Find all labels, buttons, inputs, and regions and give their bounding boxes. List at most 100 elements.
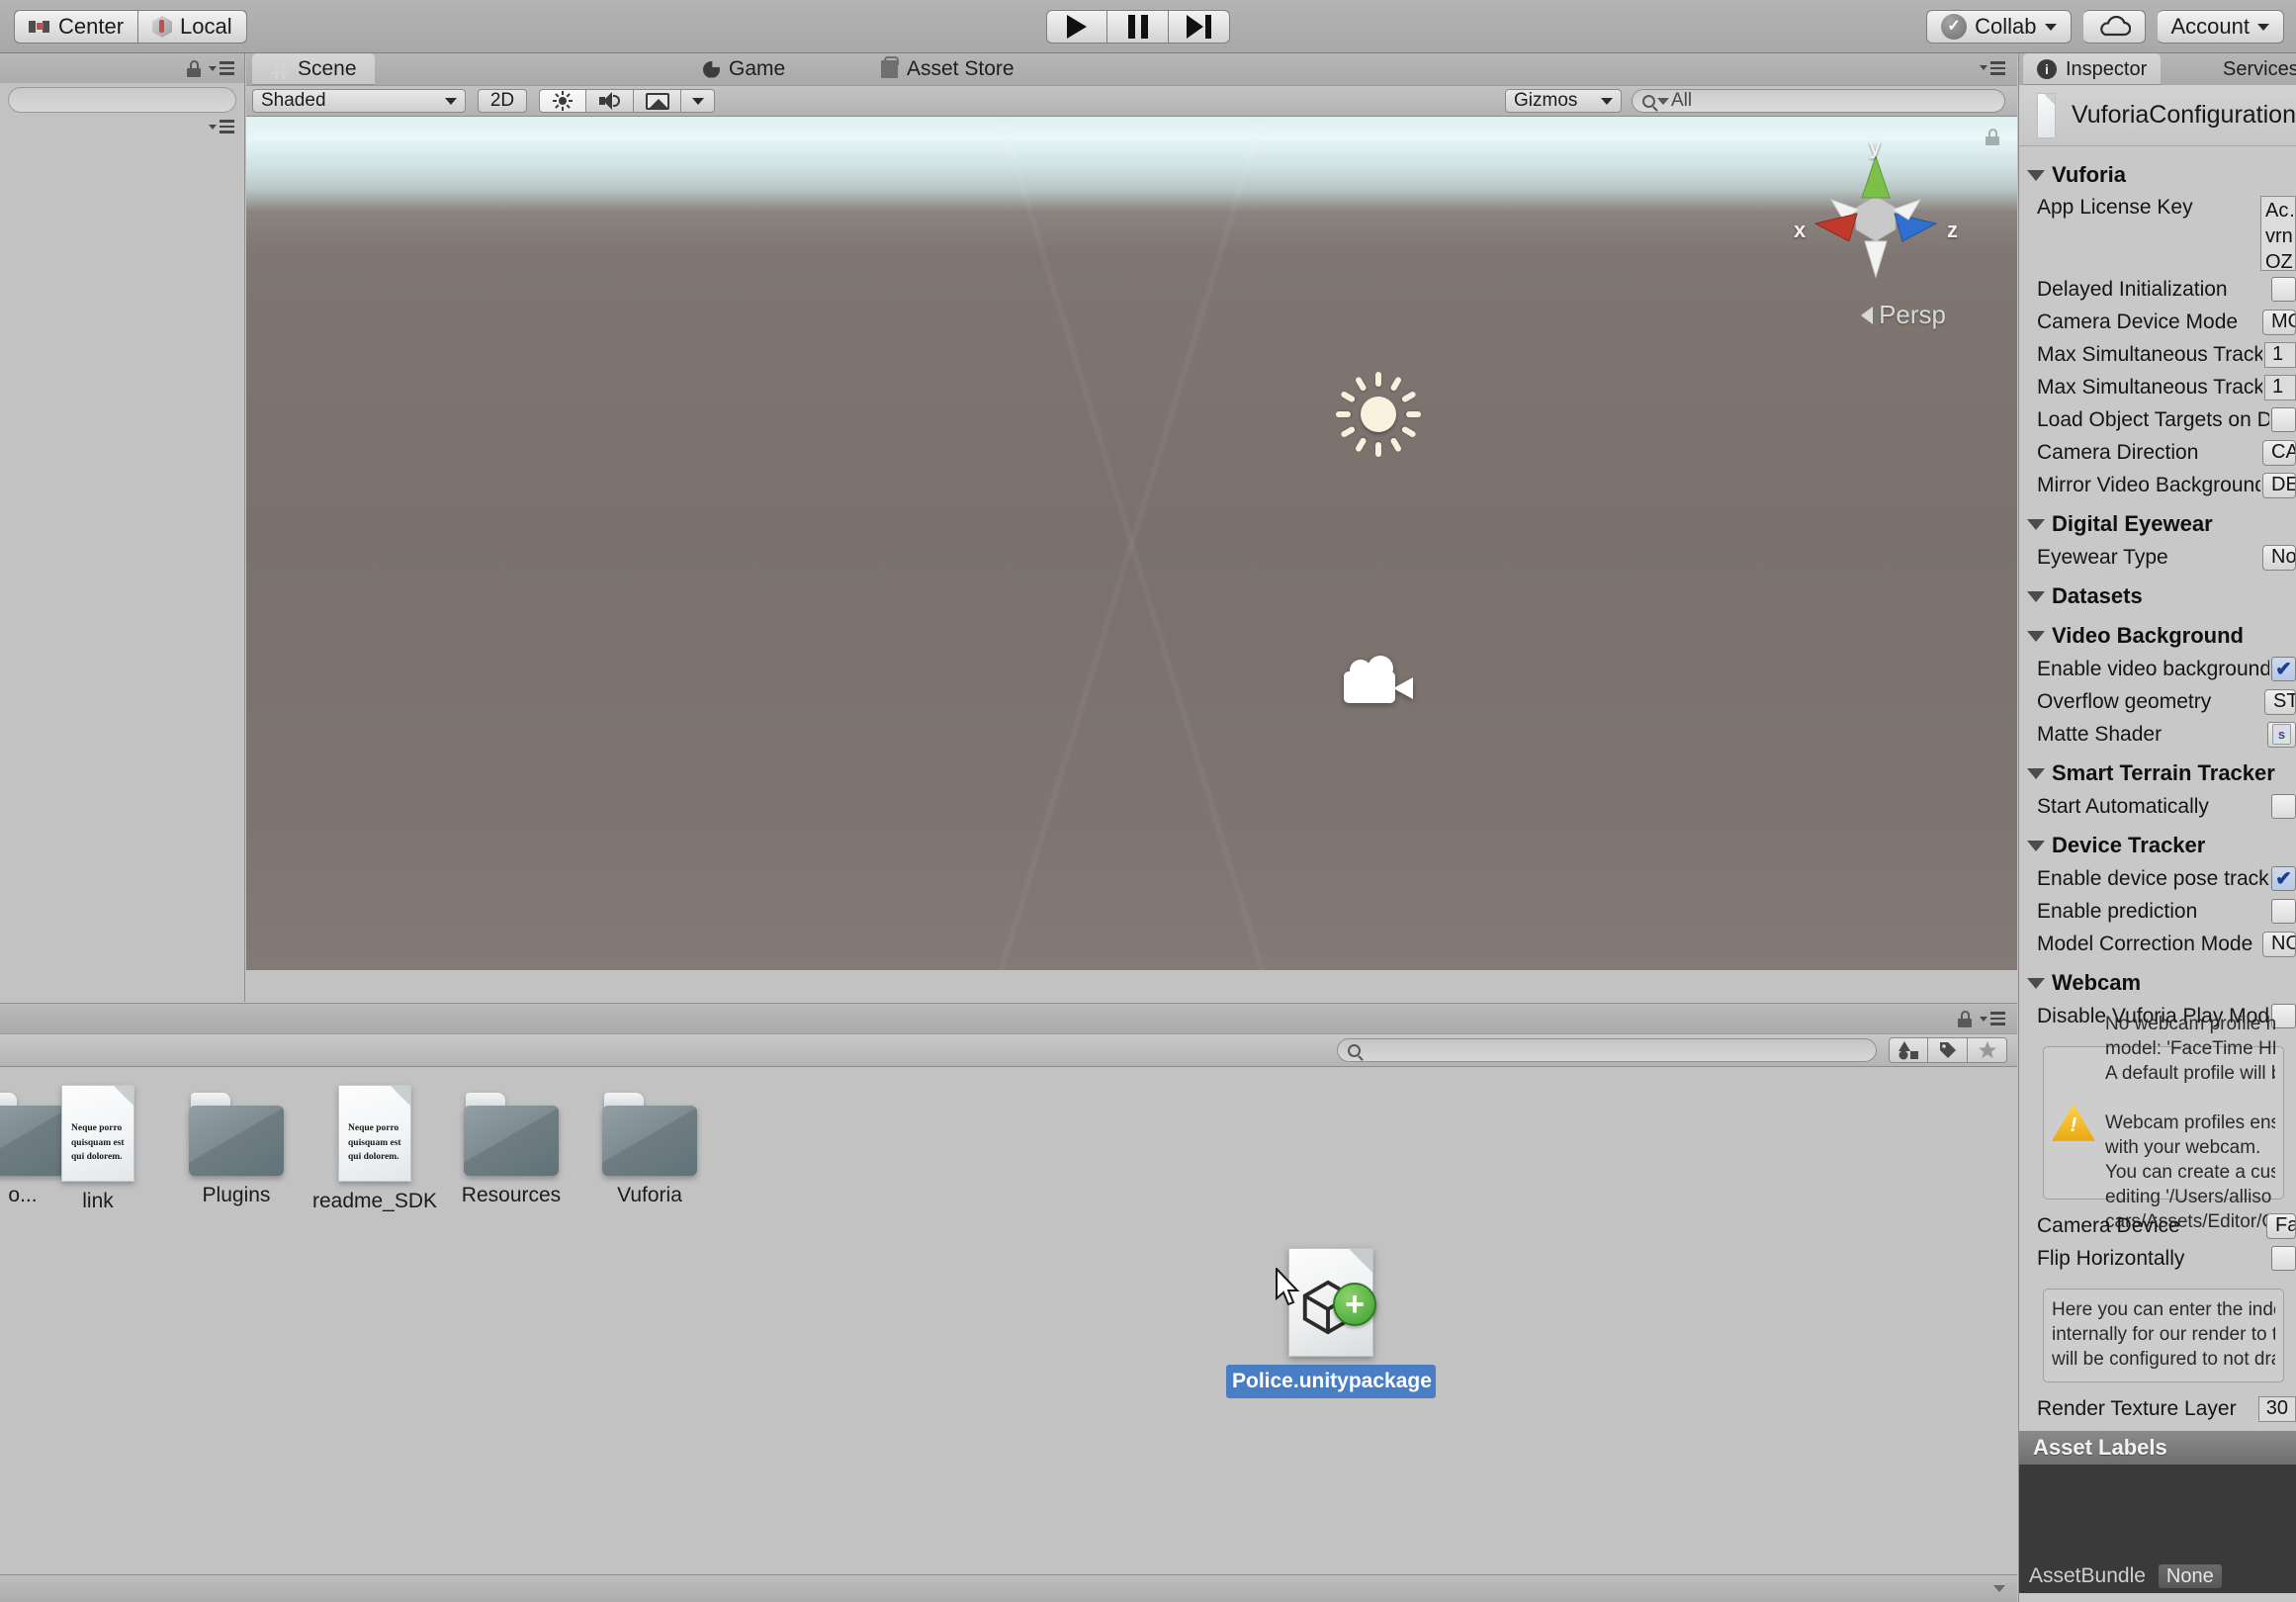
pause-button[interactable] — [1107, 10, 1169, 44]
load-object-targets-checkbox[interactable] — [2271, 407, 2296, 432]
camera-device-dropdown[interactable]: FaceTime HD Camera — [2266, 1212, 2296, 1239]
model-correction-mode-dropdown[interactable]: NONE — [2262, 931, 2296, 957]
favorites-button[interactable] — [1968, 1037, 2007, 1063]
row-app-license-key: App License Key Ac… vrn OZ — [2019, 192, 2296, 273]
effects-toggle[interactable] — [634, 89, 681, 113]
gizmos-dropdown[interactable]: Gizmos — [1505, 89, 1622, 113]
row-label: Camera Device — [2037, 1213, 2180, 1237]
section-header-webcam[interactable]: Webcam — [2019, 960, 2296, 1000]
effects-dropdown[interactable] — [681, 89, 715, 113]
scene-viewport[interactable]: y x z Persp — [246, 117, 2017, 970]
tab-inspector[interactable]: i Inspector — [2023, 53, 2162, 85]
asset-bundle-dropdown[interactable]: None — [2157, 1563, 2223, 1590]
status-bar[interactable] — [0, 1574, 2017, 1602]
delayed-initialization-checkbox[interactable] — [2271, 277, 2296, 302]
start-automatically-checkbox[interactable] — [2271, 794, 2296, 819]
matte-shader-field[interactable]: s — [2267, 721, 2296, 748]
camera-device-mode-dropdown[interactable]: MODE_DEFAULT — [2262, 309, 2296, 335]
search-icon — [1642, 94, 1655, 108]
row-load-object-targets: Load Object Targets on Detection — [2019, 403, 2296, 436]
camera-gizmo[interactable] — [1344, 656, 1415, 707]
section-title: Webcam — [2052, 970, 2142, 995]
audio-toggle[interactable] — [586, 89, 634, 113]
account-button[interactable]: Account — [2157, 10, 2284, 44]
asset-item[interactable]: Resources — [447, 1093, 575, 1207]
shapes-icon — [1899, 1041, 1918, 1060]
render-texture-info-text: Here you can enter the index internally … — [2052, 1299, 2275, 1371]
hierarchy-panel — [0, 53, 245, 1002]
tab-asset-store[interactable]: Asset Store — [863, 53, 1032, 85]
row-flip-horizontally: Flip Horizontally — [2019, 1242, 2296, 1275]
flip-horizontally-checkbox[interactable] — [2271, 1246, 2296, 1271]
project-asset-grid[interactable]: o... Neque porro quisquam est qui dolore… — [0, 1067, 2017, 1589]
chevron-down-icon[interactable] — [1993, 1585, 2005, 1592]
chevron-down-icon — [2027, 840, 2045, 851]
panel-menu-icon[interactable] — [1980, 61, 2005, 75]
section-title: Smart Terrain Tracker — [2052, 760, 2275, 785]
dragged-asset-item[interactable]: + Police.unitypackage — [1222, 1248, 1440, 1399]
scene-search-input[interactable]: All — [1632, 89, 2005, 113]
enable-prediction-checkbox[interactable] — [2271, 899, 2296, 924]
panel-menu-icon[interactable] — [209, 61, 234, 75]
mirror-video-background-dropdown[interactable]: DEFAULT — [2262, 472, 2296, 498]
max-simultaneous-images-field[interactable]: 1 — [2264, 341, 2296, 368]
webcam-warning-box: ! No webcam profile has model: 'FaceTime… — [2043, 1014, 2284, 1232]
asset-label: link — [82, 1190, 114, 1212]
pivot-mode-button[interactable]: Center — [14, 10, 139, 44]
project-search-input[interactable] — [1337, 1038, 1877, 1062]
panel-menu-icon[interactable] — [209, 120, 234, 134]
filter-by-type-button[interactable] — [1889, 1037, 1928, 1063]
inspector-asset-header: VuforiaConfiguration — [2019, 85, 2296, 146]
overflow-geometry-dropdown[interactable]: STRETCHED — [2264, 688, 2296, 715]
directional-light-gizmo[interactable] — [1336, 372, 1421, 457]
row-max-simultaneous-objects: Max Simultaneous Tracked Objects 1 — [2019, 371, 2296, 403]
lock-icon[interactable] — [187, 59, 201, 77]
chevron-down-icon — [2027, 590, 2045, 602]
enable-device-pose-tracker-checkbox[interactable] — [2271, 866, 2296, 891]
cloud-services-button[interactable] — [2082, 10, 2146, 44]
scene-axis-gizmo[interactable]: y x z — [1792, 134, 1960, 287]
hierarchy-tree[interactable] — [0, 140, 244, 991]
asset-labels-body[interactable]: AssetBundle None — [2019, 1465, 2296, 1594]
app-license-key-field[interactable]: Ac… vrn OZ — [2260, 196, 2296, 271]
camera-direction-dropdown[interactable]: CAMERA_DEFAULT — [2262, 439, 2296, 466]
panel-menu-icon[interactable] — [1980, 1012, 2005, 1025]
section-header-vuforia[interactable]: Vuforia — [2019, 152, 2296, 192]
section-header-video-background[interactable]: Video Background — [2019, 613, 2296, 653]
render-texture-layer-field[interactable]: 30 — [2257, 1395, 2296, 1422]
collab-check-icon: ✓ — [1941, 14, 1968, 40]
sun-icon — [553, 91, 573, 111]
asset-item[interactable]: Vuforia — [585, 1093, 714, 1207]
step-button[interactable] — [1169, 10, 1230, 44]
collab-button[interactable]: ✓ Collab — [1926, 10, 2072, 44]
eyewear-type-dropdown[interactable]: None — [2262, 544, 2296, 571]
draw-mode-dropdown[interactable]: Shaded — [252, 89, 466, 113]
lock-icon[interactable] — [1958, 1010, 1972, 1027]
max-simultaneous-objects-field[interactable]: 1 — [2264, 374, 2296, 400]
tab-game[interactable]: Game — [685, 53, 803, 85]
asset-item[interactable]: Neque porro quisquam est qui dolorem. re… — [310, 1085, 439, 1213]
section-header-device-tracker[interactable]: Device Tracker — [2019, 823, 2296, 862]
projection-mode-label[interactable]: Persp — [1861, 300, 1946, 330]
asset-item[interactable]: Neque porro quisquam est qui dolorem. li… — [34, 1085, 162, 1213]
section-header-datasets[interactable]: Datasets — [2019, 574, 2296, 613]
chevron-down-icon — [2044, 23, 2057, 31]
toggle-2d-button[interactable]: 2D — [478, 89, 527, 113]
lighting-toggle[interactable] — [539, 89, 586, 113]
scene-lock-icon[interactable] — [1986, 129, 1999, 145]
asset-item[interactable]: Plugins — [172, 1093, 301, 1207]
enable-video-background-checkbox[interactable] — [2271, 657, 2296, 681]
section-header-smart-terrain-tracker[interactable]: Smart Terrain Tracker — [2019, 751, 2296, 790]
playback-controls — [1046, 10, 1230, 44]
play-button[interactable] — [1046, 10, 1107, 44]
scene-toggles — [539, 89, 715, 113]
section-header-digital-eyewear[interactable]: Digital Eyewear — [2019, 501, 2296, 541]
tab-scene[interactable]: Scene — [252, 53, 375, 85]
row-eyewear-type: Eyewear Type None — [2019, 541, 2296, 574]
hierarchy-search-input[interactable] — [8, 87, 236, 113]
filter-by-label-button[interactable] — [1928, 1037, 1968, 1063]
tab-services[interactable]: Services — [2209, 53, 2296, 85]
pivot-rotation-button[interactable]: Local — [138, 10, 247, 44]
scene-tabstrip: Scene Game Asset Store — [246, 53, 2017, 85]
chevron-left-icon — [1861, 306, 1874, 324]
